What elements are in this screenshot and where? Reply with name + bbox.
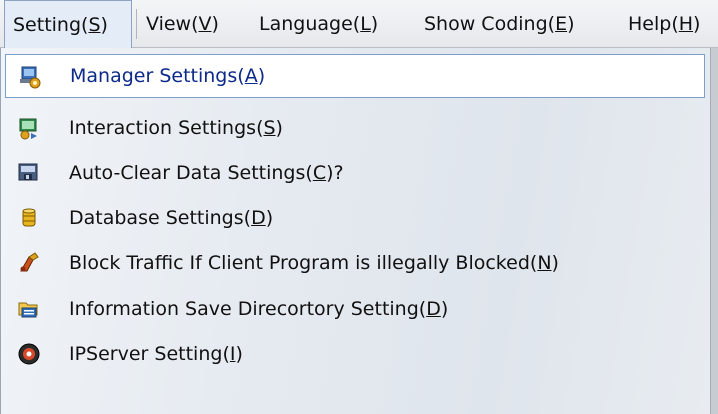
menu-view-mnemonic: V <box>198 13 212 35</box>
menu-view[interactable]: View(V) <box>146 0 219 48</box>
menu-item-label: Block Traffic If Client Program is illeg… <box>69 252 530 274</box>
folder-icon <box>18 302 38 318</box>
menu-show-coding-label: Show Coding <box>424 13 548 35</box>
menu-item-mnemonic: C <box>312 162 327 184</box>
menu-setting[interactable]: Setting(S) <box>4 0 132 49</box>
menu-view-label: View <box>146 13 192 35</box>
setting-dropdown-menu: Manager Settings(A) Interaction Settings… <box>0 48 718 414</box>
background-window-edge <box>710 48 718 414</box>
menu-item-interaction-settings[interactable]: Interaction Settings(S) <box>5 106 705 150</box>
menu-item-mnemonic: D <box>251 207 266 229</box>
menu-language[interactable]: Language(L) <box>259 0 378 48</box>
block-traffic-icon <box>20 252 39 272</box>
interaction-settings-icon <box>19 118 37 140</box>
menu-language-label: Language <box>259 13 353 35</box>
auto-clear-data-icon <box>18 163 38 181</box>
menu-item-label: Manager Settings <box>70 65 238 87</box>
menu-item-mnemonic: N <box>537 252 552 274</box>
menu-item-suffix: ? <box>333 162 344 184</box>
menu-item-mnemonic: S <box>263 117 276 139</box>
database-icon <box>22 208 36 227</box>
menu-item-label: Interaction Settings <box>69 117 257 139</box>
menu-item-ipserver-setting[interactable]: IPServer Setting(I) <box>5 332 705 376</box>
menu-show-coding-mnemonic: E <box>555 13 568 35</box>
menu-item-database-settings[interactable]: Database Settings(D) <box>5 196 705 240</box>
menu-help[interactable]: Help(H) <box>628 0 700 48</box>
menu-setting-mnemonic: S <box>88 14 101 36</box>
menu-help-label: Help <box>628 13 672 35</box>
menu-item-auto-clear-data-settings[interactable]: Auto-Clear Data Settings(C)? <box>5 151 705 195</box>
menubar-separator <box>136 9 137 39</box>
menu-item-label: Database Settings <box>69 207 244 229</box>
menu-item-information-save-directory[interactable]: Information Save Direcortory Setting(D) <box>5 287 705 331</box>
manager-settings-icon <box>20 66 41 89</box>
menu-item-mnemonic: A <box>244 65 258 87</box>
menu-item-mnemonic: I <box>229 343 236 365</box>
menu-item-label: IPServer Setting <box>69 343 223 365</box>
menu-language-mnemonic: L <box>360 13 371 35</box>
menu-setting-label: Setting <box>13 14 82 36</box>
menu-item-block-traffic[interactable]: Block Traffic If Client Program is illeg… <box>5 241 705 285</box>
menu-item-label: Auto-Clear Data Settings <box>69 162 306 184</box>
menu-bar: Setting(S) View(V) Language(L) Show Codi… <box>0 0 718 49</box>
menu-show-coding[interactable]: Show Coding(E) <box>424 0 575 48</box>
menu-item-label: Information Save Direcortory Setting <box>69 298 419 320</box>
menu-item-manager-settings[interactable]: Manager Settings(A) <box>5 54 705 98</box>
menu-item-mnemonic: D <box>426 298 441 320</box>
ip-server-icon <box>18 343 40 365</box>
menu-help-mnemonic: H <box>678 13 694 35</box>
